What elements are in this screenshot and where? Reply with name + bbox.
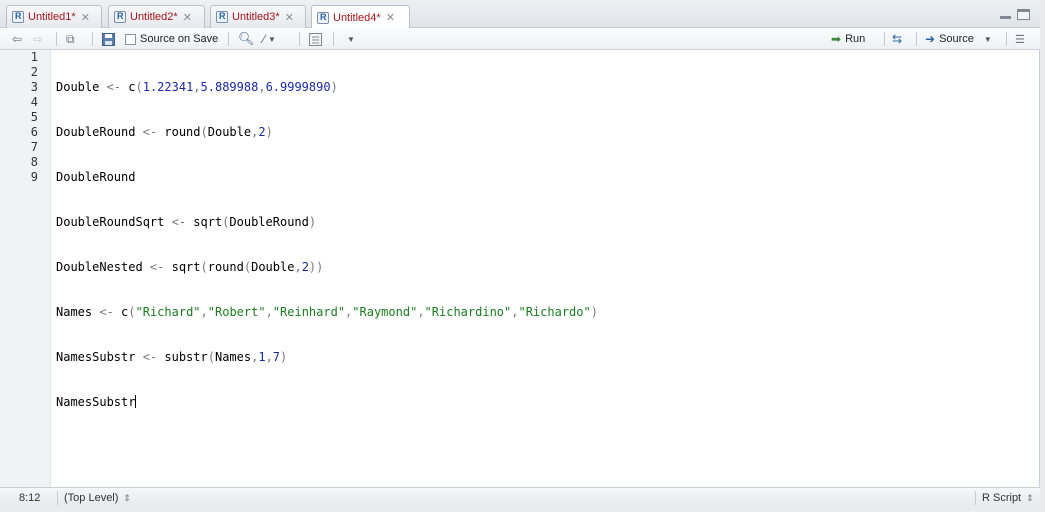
tab-label: Untitled3*	[232, 11, 280, 23]
save-icon	[102, 32, 115, 46]
source-button[interactable]: ➜ Source ▼	[925, 31, 992, 47]
source-editor-pane: Untitled1* ✕ Untitled2* ✕ Untitled3* ✕ U…	[0, 0, 1040, 507]
chevron-down-icon: ▼	[268, 34, 276, 44]
code-line[interactable]	[56, 440, 598, 455]
updown-icon: ⇕	[1026, 492, 1034, 503]
chevron-down-icon[interactable]: ▼	[984, 35, 992, 44]
maximize-icon	[1018, 10, 1029, 12]
show-in-window-button[interactable]: ⧉	[66, 31, 75, 47]
magnifier-icon: 🔍︎	[238, 31, 255, 46]
rerun-icon: ⇆	[892, 32, 903, 46]
source-on-save-label: Source on Save	[140, 33, 219, 45]
line-number: 1	[30, 50, 38, 64]
r-script-icon	[317, 11, 329, 24]
tab-label: Untitled2*	[130, 11, 178, 23]
maximize-pane-button[interactable]	[1017, 9, 1030, 20]
code-line[interactable]: DoubleRound <- round(Double,2)	[56, 125, 598, 140]
line-number: 7	[30, 140, 38, 154]
line-number: 9	[30, 170, 38, 184]
status-divider	[975, 491, 976, 505]
updown-icon: ⇕	[123, 492, 131, 503]
code-line[interactable]: NamesSubstr	[56, 395, 598, 410]
code-line[interactable]: Double <- c(1.22341,5.889988,6.9999890)	[56, 80, 598, 95]
line-number: 8	[30, 155, 38, 169]
line-number: 6	[30, 125, 38, 139]
code-line[interactable]: DoubleNested <- sqrt(round(Double,2))	[56, 260, 598, 275]
toolbar-divider	[884, 32, 885, 46]
toolbar-divider	[228, 32, 229, 46]
tab-untitled3[interactable]: Untitled3* ✕	[210, 5, 306, 28]
line-number: 2	[30, 65, 38, 79]
tab-untitled4[interactable]: Untitled4* ✕	[311, 5, 410, 29]
back-arrow-icon: ⇦	[12, 32, 23, 46]
popout-icon: ⧉	[66, 31, 75, 46]
forward-button[interactable]: ⇨	[33, 31, 43, 47]
r-script-icon	[216, 11, 228, 23]
r-script-icon	[114, 11, 126, 23]
file-type-label: R Script	[982, 492, 1022, 504]
line-number: 4	[30, 95, 38, 109]
tab-label: Untitled1*	[28, 11, 76, 23]
toolbar-divider	[916, 32, 917, 46]
code-line[interactable]: DoubleRound	[56, 170, 598, 185]
run-arrow-icon: ➡	[831, 32, 842, 46]
toolbar-divider	[299, 32, 300, 46]
tab-untitled1[interactable]: Untitled1* ✕	[6, 5, 102, 28]
line-number: 5	[30, 110, 38, 124]
document-outline-button[interactable]: ☰	[1015, 31, 1025, 47]
back-button[interactable]: ⇦	[12, 31, 22, 47]
chevron-down-icon: ▼	[347, 34, 355, 44]
source-icon: ➜	[925, 32, 936, 46]
close-icon[interactable]: ✕	[285, 11, 294, 24]
code-editor[interactable]: Double <- c(1.22341,5.889988,6.9999890) …	[56, 50, 598, 485]
save-button[interactable]	[102, 31, 115, 47]
line-number-gutter: 1 2 3 4 5 6 7 8 9	[0, 50, 51, 487]
text-cursor	[135, 395, 137, 408]
minimize-icon	[1000, 16, 1011, 19]
close-icon[interactable]: ✕	[183, 11, 192, 24]
magic-wand-icon: ⁄	[263, 32, 266, 46]
forward-arrow-icon: ⇨	[33, 32, 44, 46]
notebook-icon	[309, 32, 322, 46]
minimize-pane-button[interactable]	[999, 9, 1012, 20]
more-options-button[interactable]: ▼	[344, 31, 355, 47]
outline-icon: ☰	[1015, 33, 1025, 46]
tab-bar: Untitled1* ✕ Untitled2* ✕ Untitled3* ✕ U…	[0, 0, 1040, 29]
source-on-save-checkbox[interactable]	[125, 33, 136, 45]
find-replace-button[interactable]: 🔍︎	[238, 31, 255, 47]
toolbar-divider	[1006, 32, 1007, 46]
toolbar-divider	[56, 32, 57, 46]
source-label: Source	[939, 33, 974, 45]
code-line[interactable]: Names <- c("Richard","Robert","Reinhard"…	[56, 305, 598, 320]
cursor-position: 8:12	[19, 492, 41, 504]
toolbar-divider	[92, 32, 93, 46]
tab-label: Untitled4*	[333, 11, 381, 24]
tab-untitled2[interactable]: Untitled2* ✕	[108, 5, 205, 28]
compile-report-button[interactable]	[309, 31, 322, 47]
close-icon[interactable]: ✕	[386, 11, 395, 24]
rerun-button[interactable]: ⇆	[892, 31, 902, 47]
editor-toolbar: ⇦ ⇨ ⧉ Source on Save 🔍︎ ⁄ ▼ ▼ ➡ Run ⇆ ➜ …	[0, 28, 1040, 50]
scope-label: (Top Level)	[64, 492, 119, 504]
close-icon[interactable]: ✕	[81, 11, 90, 24]
code-tools-button[interactable]: ⁄ ▼	[263, 31, 276, 47]
code-line[interactable]: NamesSubstr <- substr(Names,1,7)	[56, 350, 598, 365]
run-button[interactable]: ➡ Run	[831, 31, 865, 47]
file-type-selector[interactable]: R Script ⇕	[982, 491, 1034, 505]
source-on-save-toggle[interactable]: Source on Save	[125, 31, 218, 47]
code-line[interactable]: DoubleRoundSqrt <- sqrt(DoubleRound)	[56, 215, 598, 230]
status-divider	[57, 491, 58, 505]
run-label: Run	[845, 33, 866, 45]
scope-selector[interactable]: (Top Level) ⇕	[64, 491, 131, 505]
toolbar-divider	[333, 32, 334, 46]
status-bar: 8:12 (Top Level) ⇕ R Script ⇕	[0, 487, 1040, 507]
line-number: 3	[30, 80, 38, 94]
r-script-icon	[12, 11, 24, 23]
